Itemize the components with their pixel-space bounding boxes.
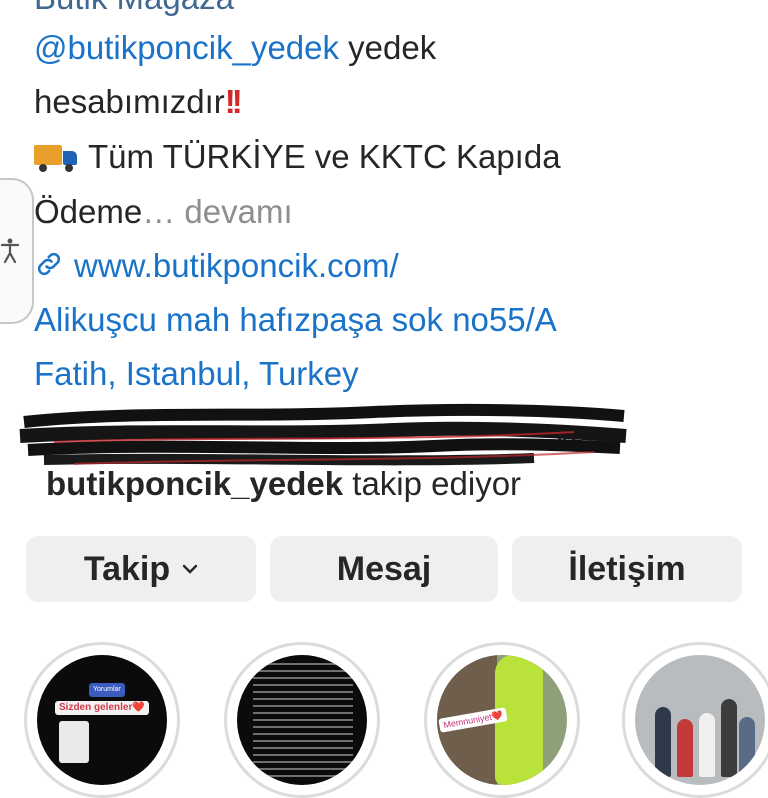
person-figure bbox=[677, 719, 693, 777]
person-figure bbox=[721, 699, 737, 777]
story-highlight-image: Yorumlar Sizden gelenler❤️ bbox=[37, 655, 167, 785]
person-figure bbox=[739, 717, 755, 777]
mention-link[interactable]: @butikponcik_yedek bbox=[34, 29, 339, 66]
message-button[interactable]: Mesaj bbox=[270, 536, 498, 602]
more-button[interactable]: devamı bbox=[184, 193, 292, 230]
bio-line-4: Ödeme… devamı bbox=[34, 192, 293, 232]
link-icon bbox=[37, 252, 61, 276]
followed-by[interactable]: butikponcik_yedek takip ediyor bbox=[46, 464, 521, 504]
chevron-down-icon bbox=[182, 564, 198, 574]
followed-by-user: butikponcik_yedek bbox=[46, 465, 344, 502]
highlight-tag: Sizden gelenler❤️ bbox=[55, 701, 149, 715]
accessibility-icon bbox=[0, 238, 20, 264]
bio-line-mention: @butikponcik_yedek yedek bbox=[34, 28, 436, 68]
person-figure bbox=[655, 707, 671, 777]
follow-button[interactable]: Takip bbox=[26, 536, 256, 602]
website-url: www.butikponcik.com/ bbox=[74, 247, 399, 284]
contact-button[interactable]: İletişim bbox=[512, 536, 742, 602]
story-highlight-image bbox=[635, 655, 765, 785]
website-link[interactable]: www.butikponcik.com/ bbox=[34, 246, 399, 286]
accessibility-handle[interactable] bbox=[0, 178, 34, 324]
story-highlight-image bbox=[237, 655, 367, 785]
story-highlight-image: Memnuniyet❤️ bbox=[437, 655, 567, 785]
delivery-truck-icon bbox=[34, 145, 78, 172]
address-line-2[interactable]: Fatih, Istanbul, Turkey bbox=[34, 354, 359, 394]
story-highlight-3[interactable]: Memnuniyet❤️ bbox=[424, 642, 580, 798]
bio-text-payment: Ödeme bbox=[34, 193, 143, 230]
bio-line-2: hesabımızdır!! bbox=[34, 82, 243, 122]
story-highlight-4[interactable] bbox=[622, 642, 768, 798]
shipping-text: Tüm TÜRKİYE ve KKTC Kapıda bbox=[88, 138, 561, 175]
follow-label: Takip bbox=[83, 549, 171, 588]
exclamation-emoji: !! bbox=[224, 83, 243, 120]
highlight-tag: Yorumlar bbox=[89, 683, 125, 697]
mention-suffix: yedek bbox=[339, 29, 437, 66]
text-screenshot bbox=[253, 663, 353, 781]
bio-line-shipping: Tüm TÜRKİYE ve KKTC Kapıda bbox=[34, 137, 561, 177]
ellipsis: … bbox=[142, 193, 176, 230]
highlight-tag bbox=[43, 673, 51, 675]
story-highlight-1[interactable]: Yorumlar Sizden gelenler❤️ bbox=[24, 642, 180, 798]
story-highlight-2[interactable] bbox=[224, 642, 380, 798]
screenshot-card bbox=[59, 721, 89, 763]
followed-by-text: takip ediyor bbox=[352, 465, 522, 502]
bio-text: hesabımızdır bbox=[34, 83, 225, 120]
profile-name: Butik Mağaza bbox=[34, 0, 234, 18]
address-line-1[interactable]: Alikuşcu mah hafızpaşa sok no55/A bbox=[34, 300, 557, 340]
person-figure bbox=[699, 713, 715, 777]
